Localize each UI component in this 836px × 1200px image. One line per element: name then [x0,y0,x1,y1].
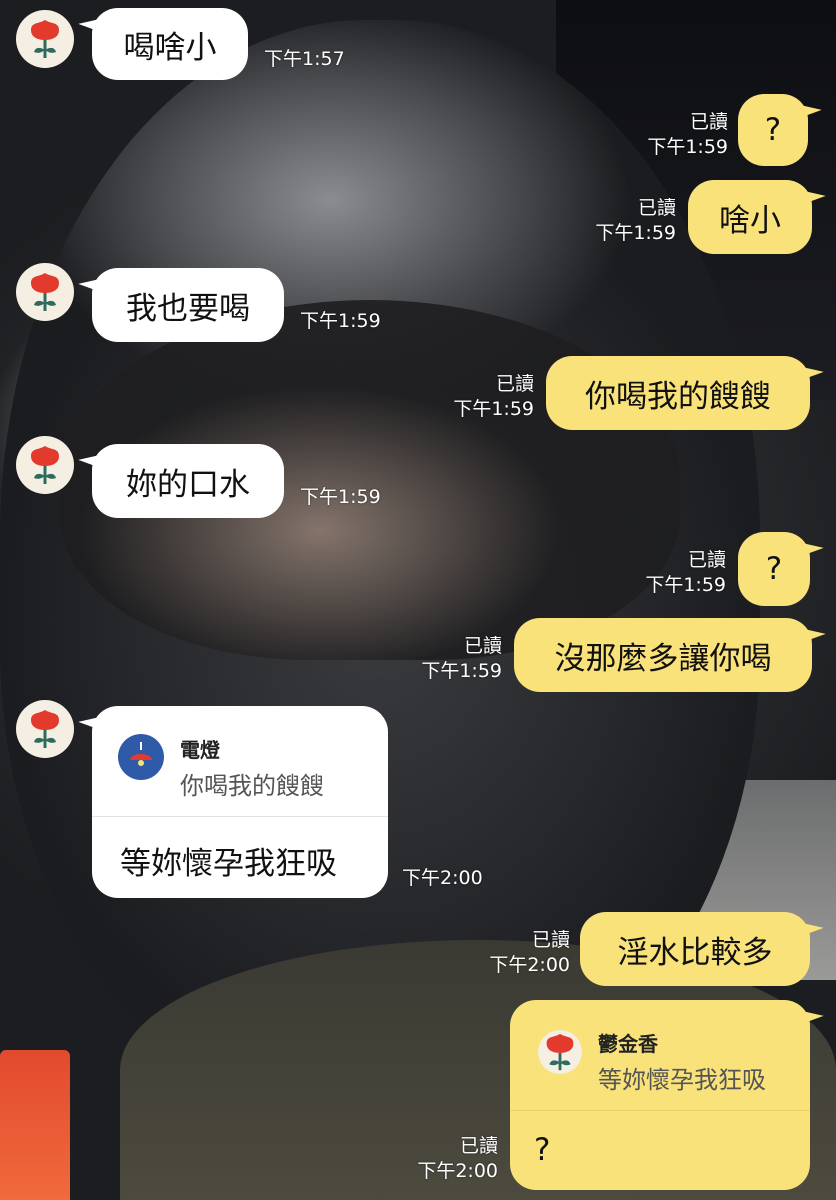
message-text: 沒那麼多讓你喝 [554,640,772,677]
message-text: 淫水比較多 [617,934,773,971]
message-status: 已讀 下午1:59 [647,110,728,160]
red-flower-icon [31,446,59,484]
message-time: 下午1:59 [595,222,676,244]
read-receipt: 已讀 [687,549,726,571]
message-status: 已讀 下午1:59 [595,196,676,246]
red-flower-icon [31,273,59,311]
quoted-avatar [538,1030,582,1074]
drink-cup [0,1050,70,1200]
message-text: ? [765,551,783,587]
contact-avatar[interactable] [16,700,74,758]
message-time: 下午1:59 [421,660,502,682]
quoted-sender: 電燈 [180,738,220,762]
reply-divider [92,816,388,817]
quoted-sender: 鬱金香 [598,1032,658,1056]
message-text: 我也要喝 [126,290,250,327]
reply-divider [510,1110,810,1111]
read-receipt: 已讀 [531,929,570,951]
read-receipt: 已讀 [463,635,502,657]
message-time: 下午1:59 [647,136,728,158]
contact-avatar[interactable] [16,436,74,494]
message-bubble[interactable]: ? [738,532,810,606]
message-bubble[interactable]: ? [738,94,808,166]
message-text: ? [764,112,782,148]
message-bubble[interactable]: 淫水比較多 [580,912,810,986]
message-status: 已讀 下午1:59 [453,372,534,422]
message-status: 已讀 下午2:00 [417,1134,498,1184]
reply-message-bubble[interactable]: 鬱金香 等妳懷孕我狂吸 ? [510,1000,810,1190]
red-flower-icon [31,20,59,58]
lamp-icon [118,734,164,780]
message-bubble[interactable]: 喝啥小 [92,8,248,80]
red-flower-icon [31,710,59,748]
message-time: 下午1:57 [264,48,345,70]
message-time: 下午2:00 [489,954,570,976]
message-text: 等妳懷孕我狂吸 [120,846,337,882]
message-text: 啥小 [719,202,781,239]
message-text: 妳的口水 [126,466,250,503]
read-receipt: 已讀 [459,1135,498,1157]
message-bubble[interactable]: 啥小 [688,180,812,254]
read-receipt: 已讀 [637,197,676,219]
red-flower-icon [546,1033,574,1071]
message-time: 下午2:00 [402,867,483,889]
contact-avatar[interactable] [16,10,74,68]
quoted-text: 等妳懷孕我狂吸 [598,1066,766,1094]
message-time: 下午2:00 [417,1160,498,1182]
message-status: 已讀 下午1:59 [421,634,502,684]
message-time: 下午1:59 [645,574,726,596]
message-time: 下午1:59 [300,486,381,508]
contact-avatar[interactable] [16,263,74,321]
message-text: ? [534,1132,551,1168]
message-time: 下午1:59 [453,398,534,420]
message-time: 下午1:59 [300,310,381,332]
message-status: 已讀 下午2:00 [489,928,570,978]
message-bubble[interactable]: 沒那麼多讓你喝 [514,618,812,692]
reply-message-bubble[interactable]: 電燈 你喝我的餿餿 等妳懷孕我狂吸 [92,706,388,898]
message-bubble[interactable]: 我也要喝 [92,268,284,342]
read-receipt: 已讀 [495,373,534,395]
message-text: 你喝我的餿餿 [585,378,771,415]
read-receipt: 已讀 [689,111,728,133]
message-status: 已讀 下午1:59 [645,548,726,598]
message-text: 喝啥小 [123,29,217,66]
message-bubble[interactable]: 你喝我的餿餿 [546,356,810,430]
quoted-text: 你喝我的餿餿 [180,772,324,800]
message-bubble[interactable]: 妳的口水 [92,444,284,518]
